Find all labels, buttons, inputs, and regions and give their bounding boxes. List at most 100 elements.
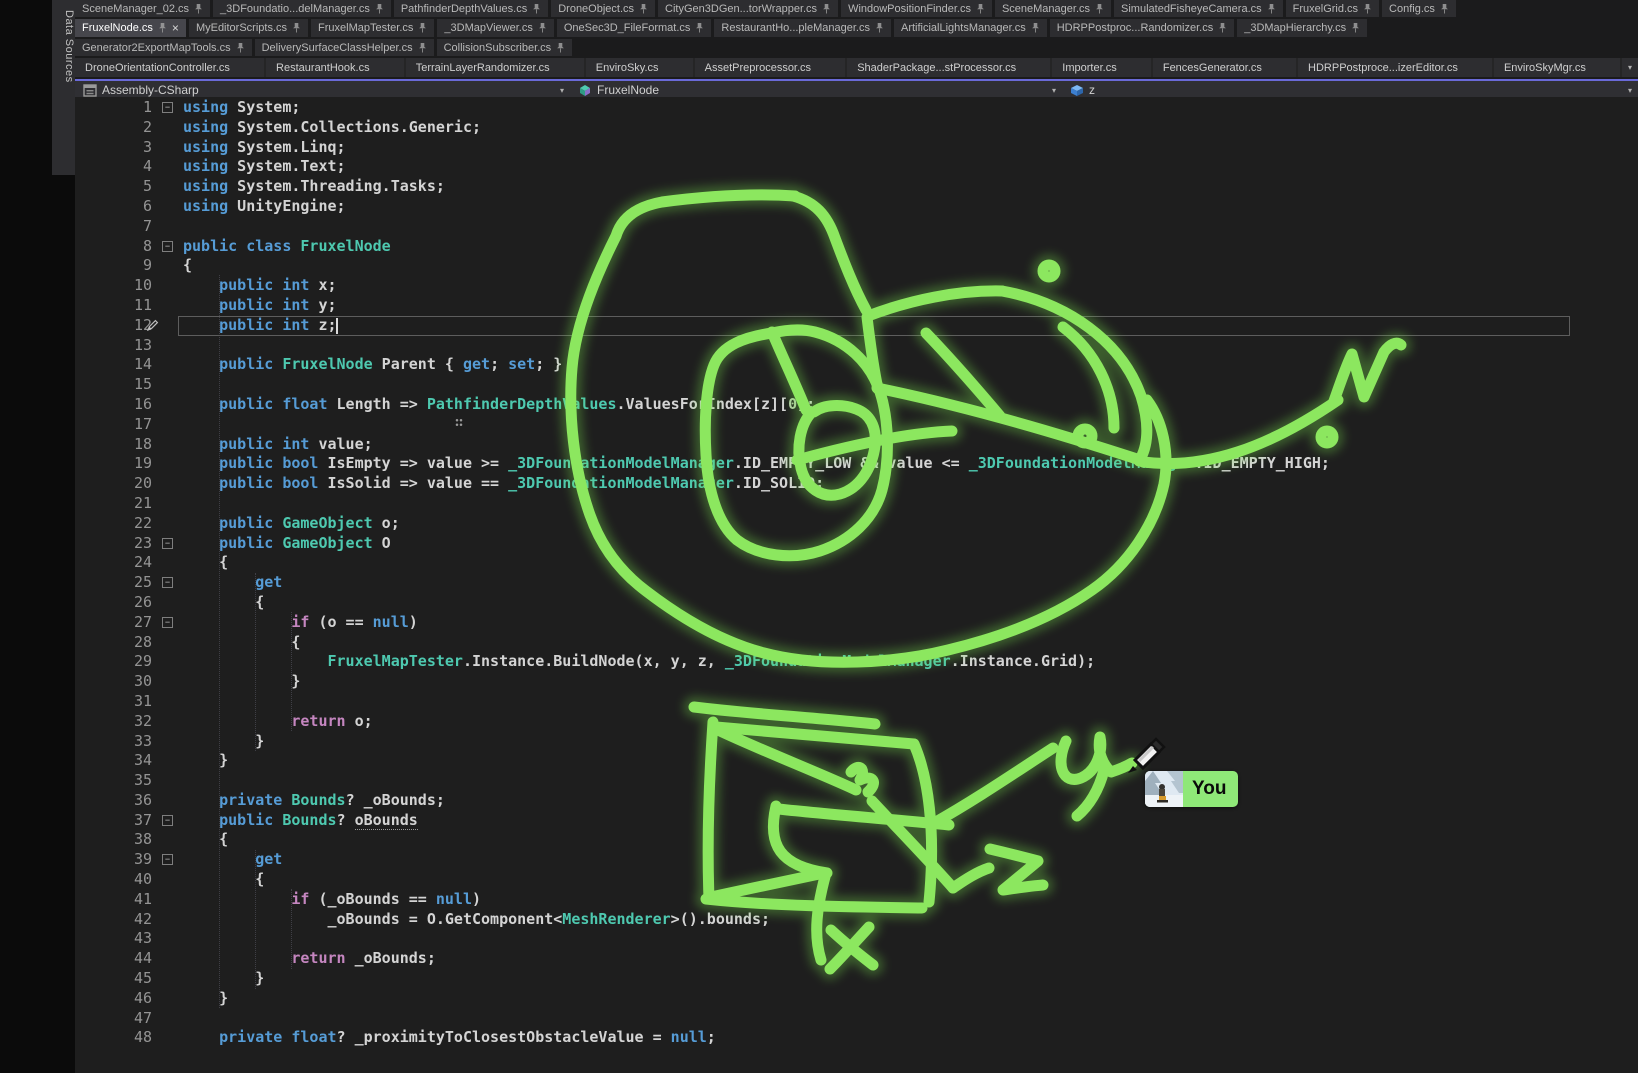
fold-toggle[interactable]: − (162, 102, 173, 113)
code-line[interactable]: 26 { (75, 593, 1638, 613)
code-line[interactable]: 8−public class FruxelNode (75, 237, 1638, 257)
code-line[interactable]: 42 _oBounds = O.GetComponent<MeshRendere… (75, 910, 1638, 930)
pin-icon[interactable] (292, 22, 301, 34)
pin-icon[interactable] (639, 3, 648, 15)
editor-tab[interactable]: FruxelNode.cs× (75, 19, 186, 37)
tab-overflow-button[interactable]: ▾ (1622, 58, 1638, 77)
code-line[interactable]: 14 public FruxelNode Parent { get; set; … (75, 355, 1638, 375)
pin-icon[interactable] (236, 42, 245, 54)
code-line[interactable]: 21 (75, 494, 1638, 514)
code-line[interactable]: 38 { (75, 830, 1638, 850)
chevron-down-icon[interactable]: ▾ (1046, 86, 1062, 95)
pin-icon[interactable] (532, 3, 541, 15)
code-line[interactable]: 29 FruxelMapTester.Instance.BuildNode(x,… (75, 652, 1638, 672)
editor-tab[interactable]: SceneManager.cs (995, 0, 1111, 17)
fold-toggle[interactable]: − (162, 241, 173, 252)
code-line[interactable]: 45 } (75, 969, 1638, 989)
editor-tab[interactable]: SceneManager_02.cs (75, 0, 210, 17)
code-line[interactable]: 47 (75, 1009, 1638, 1029)
pin-icon[interactable] (976, 3, 985, 15)
pin-icon[interactable] (1031, 22, 1040, 34)
code-line[interactable]: 48 private float? _proximityToClosestObs… (75, 1028, 1638, 1048)
code-line[interactable]: 11 public int y; (75, 296, 1638, 316)
fold-toggle[interactable]: − (162, 577, 173, 588)
editor-tab[interactable]: _3DFoundatio...delManager.cs (213, 0, 391, 17)
code-line[interactable]: 46 } (75, 989, 1638, 1009)
pin-icon[interactable] (1095, 3, 1104, 15)
close-icon[interactable]: × (167, 23, 179, 33)
code-line[interactable]: 35 (75, 771, 1638, 791)
code-line[interactable]: 24 { (75, 553, 1638, 573)
pin-icon[interactable] (375, 3, 384, 15)
code-line[interactable]: 6using UnityEngine; (75, 197, 1638, 217)
editor-tab[interactable]: Generator2ExportMapTools.cs (75, 39, 252, 56)
pin-icon[interactable] (875, 22, 884, 34)
document-tab[interactable]: FencesGenerator.cs (1153, 58, 1296, 77)
document-tab[interactable]: HDRPPostproce...izerEditor.cs (1298, 58, 1492, 77)
code-line[interactable]: 4using System.Text; (75, 157, 1638, 177)
pin-icon[interactable] (1267, 3, 1276, 15)
pin-icon[interactable] (1363, 3, 1372, 15)
code-editor[interactable]: 1−using System;2using System.Collections… (75, 97, 1638, 1073)
editor-tab[interactable]: DeliverySurfaceClassHelper.cs (255, 39, 434, 56)
pin-icon[interactable] (418, 42, 427, 54)
code-line[interactable]: 36 private Bounds? _oBounds; (75, 791, 1638, 811)
chevron-down-icon[interactable]: ▾ (554, 86, 570, 95)
fold-toggle[interactable]: − (162, 854, 173, 865)
code-line[interactable]: 18 public int value; (75, 435, 1638, 455)
document-tab[interactable]: EnviroSkyMgr.cs (1494, 58, 1620, 77)
pin-icon[interactable] (556, 42, 565, 54)
editor-tab[interactable]: DroneObject.cs (551, 0, 655, 17)
code-line[interactable]: 39− get (75, 850, 1638, 870)
editor-tab[interactable]: CollisionSubscriber.cs (437, 39, 573, 56)
code-line[interactable]: 33 } (75, 732, 1638, 752)
editor-tab[interactable]: FruxelGrid.cs (1286, 0, 1379, 17)
code-line[interactable]: 30 } (75, 672, 1638, 692)
code-line[interactable]: 37− public Bounds? oBounds (75, 811, 1638, 831)
code-line[interactable]: 28 { (75, 633, 1638, 653)
document-tab[interactable]: AssetPreprocessor.cs (695, 58, 846, 77)
fold-toggle[interactable]: − (162, 617, 173, 628)
chevron-down-icon[interactable]: ▾ (1622, 86, 1638, 95)
code-line[interactable]: 44 return _oBounds; (75, 949, 1638, 969)
code-line[interactable]: 1−using System; (75, 98, 1638, 118)
code-line[interactable]: 27− if (o == null) (75, 613, 1638, 633)
data-sources-tool-tab[interactable]: Data Sources (52, 0, 75, 175)
pin-icon[interactable] (695, 22, 704, 34)
document-tab[interactable]: ShaderPackage...stProcessor.cs (847, 58, 1050, 77)
code-line[interactable]: 19 public bool IsEmpty => value >= _3DFo… (75, 454, 1638, 474)
editor-tab[interactable]: OneSec3D_FileFormat.cs (557, 19, 712, 37)
document-tab[interactable]: DroneOrientationController.cs (75, 58, 264, 77)
code-line[interactable]: 10 public int x; (75, 276, 1638, 296)
code-line[interactable]: 22 public GameObject o; (75, 514, 1638, 534)
code-line[interactable]: 2using System.Collections.Generic; (75, 118, 1638, 138)
fold-toggle[interactable]: − (162, 815, 173, 826)
document-tab[interactable]: EnviroSky.cs (586, 58, 693, 77)
editor-tab[interactable]: MyEditorScripts.cs (189, 19, 308, 37)
editor-tab[interactable]: FruxelMapTester.cs (311, 19, 434, 37)
code-line[interactable]: 23− public GameObject O (75, 534, 1638, 554)
editor-tab[interactable]: SimulatedFisheyeCamera.cs (1114, 0, 1283, 17)
code-line[interactable]: 41 if (_oBounds == null) (75, 890, 1638, 910)
code-line[interactable]: 25− get (75, 573, 1638, 593)
pin-icon[interactable] (1351, 22, 1360, 34)
code-line[interactable]: 5using System.Threading.Tasks; (75, 177, 1638, 197)
code-line[interactable]: 43 (75, 929, 1638, 949)
fold-toggle[interactable]: − (162, 538, 173, 549)
pin-icon[interactable] (538, 22, 547, 34)
editor-tab[interactable]: _3DMapViewer.cs (437, 19, 553, 37)
code-line[interactable]: 20 public bool IsSolid => value == _3DFo… (75, 474, 1638, 494)
document-tab[interactable]: TerrainLayerRandomizer.cs (406, 58, 584, 77)
code-line[interactable]: 40 { (75, 870, 1638, 890)
code-line[interactable]: 13 (75, 336, 1638, 356)
code-line[interactable]: 32 return o; (75, 712, 1638, 732)
pin-icon[interactable] (158, 22, 167, 34)
pin-icon[interactable] (194, 3, 203, 15)
editor-tab[interactable]: CityGen3DGen...torWrapper.cs (658, 0, 838, 17)
code-line[interactable]: 17 (75, 415, 1638, 435)
editor-tab[interactable]: HDRPPostproc...Randomizer.cs (1050, 19, 1235, 37)
code-line[interactable]: 7 (75, 217, 1638, 237)
editor-tab[interactable]: ArtificialLightsManager.cs (894, 19, 1047, 37)
editor-tab[interactable]: WindowPositionFinder.cs (841, 0, 992, 17)
pin-icon[interactable] (1218, 22, 1227, 34)
